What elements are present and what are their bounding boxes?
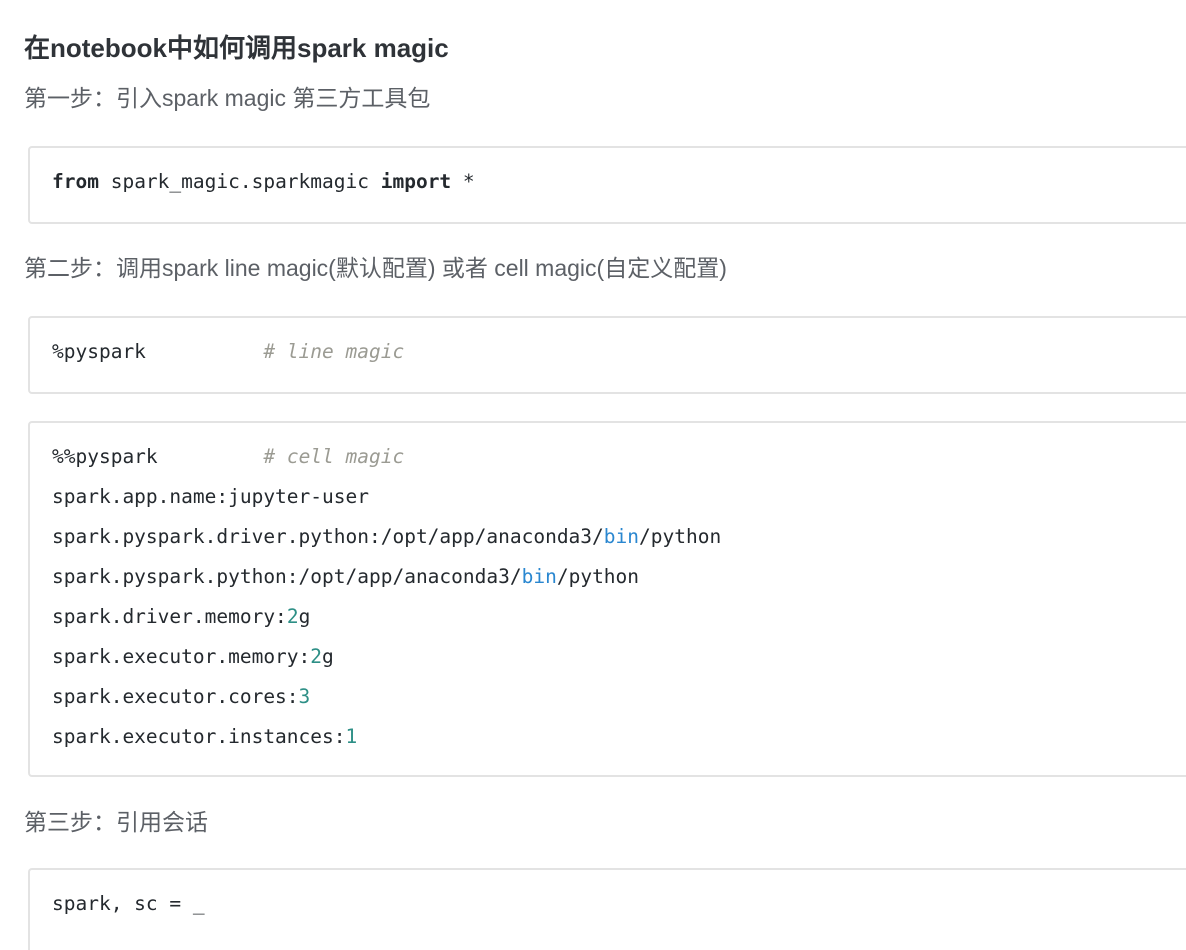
code-token-plain: spark.executor.cores: [52, 685, 299, 708]
code-line: spark.executor.memory:2g [52, 637, 1186, 677]
code-token-number: 1 [345, 725, 358, 748]
page-title: 在notebook中如何调用spark magic [24, 33, 449, 64]
code-token-blue: bin [603, 525, 640, 548]
code-token-plain: spark.pyspark.python:/opt/app/anaconda3/ [52, 565, 522, 588]
code-line: spark.pyspark.driver.python:/opt/app/ana… [52, 517, 1186, 557]
code-token-plain: spark_magic.sparkmagic [98, 170, 381, 193]
code-line: spark, sc = _ [52, 884, 1186, 924]
code-token-comment: # line magic [263, 340, 405, 363]
step-heading-2: 第二步：调用spark line magic(默认配置) 或者 cell mag… [24, 255, 727, 281]
code-token-plain: %%pyspark [52, 445, 158, 468]
code-line: spark.pyspark.python:/opt/app/anaconda3/… [52, 557, 1186, 597]
code-line: %%pyspark # cell magic [52, 437, 1186, 477]
code-token-number: 3 [298, 685, 311, 708]
code-block-session[interactable]: spark, sc = _ [28, 868, 1186, 950]
code-token-plain: %pyspark [52, 340, 146, 363]
code-line: spark.executor.instances:1 [52, 717, 1186, 757]
code-line: spark.executor.cores:3 [52, 677, 1186, 717]
code-block-cell-magic[interactable]: %%pyspark # cell magic spark.app.name:jup… [28, 421, 1186, 777]
code-token-plain: spark.executor.memory: [52, 645, 311, 668]
code-block-line-magic[interactable]: %pyspark # line magic [28, 316, 1186, 394]
code-token-plain: /python [639, 525, 722, 548]
code-token-plain: spark.driver.memory: [52, 605, 287, 628]
code-token-plain: g [298, 605, 311, 628]
code-line: spark.app.name:jupyter-user [52, 477, 1186, 517]
code-token-plain: * [451, 170, 475, 193]
code-block-import[interactable]: from spark_magic.sparkmagic import * [28, 146, 1186, 224]
code-token-plain: spark, sc = _ [52, 892, 205, 915]
code-token-plain: /python [556, 565, 640, 588]
code-token-comment: # cell magic [263, 445, 405, 468]
code-token-number: 2 [310, 645, 323, 668]
code-line: spark.driver.memory:2g [52, 597, 1186, 637]
step-heading-3: 第三步：引用会话 [24, 809, 208, 835]
code-token-blue: bin [521, 565, 557, 588]
step-heading-1: 第一步：引入spark magic 第三方工具包 [24, 85, 431, 111]
code-line: %pyspark # line magic [52, 332, 1186, 372]
document-page: 在notebook中如何调用spark magic 第一步：引入spark ma… [0, 0, 1186, 950]
code-token-plain: spark.executor.instances: [52, 725, 346, 748]
code-token-keyword: from [52, 170, 99, 193]
code-token-number: 2 [286, 605, 299, 628]
code-token-plain: spark.pyspark.driver.python:/opt/app/ana… [52, 525, 604, 548]
code-line: from spark_magic.sparkmagic import * [52, 162, 1186, 202]
code-token-plain: spark.app.name:jupyter-user [52, 485, 369, 508]
code-token-keyword: import [380, 170, 452, 193]
code-token-plain: g [322, 645, 334, 668]
